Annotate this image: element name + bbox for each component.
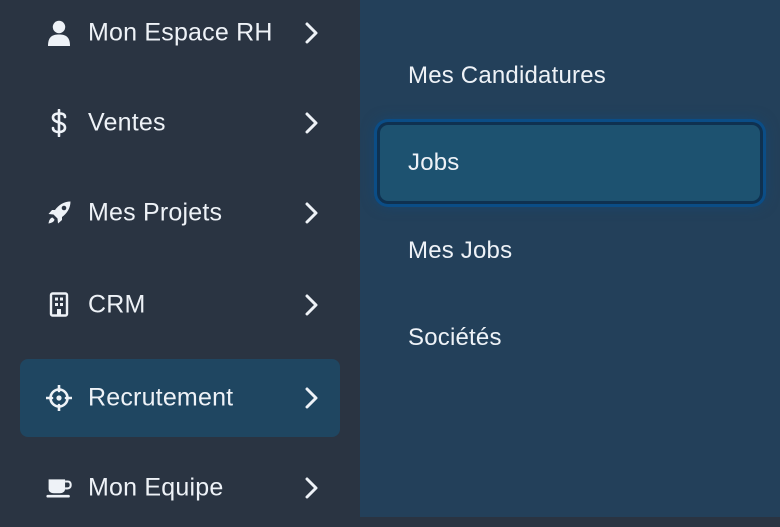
chevron-right-icon bbox=[304, 294, 320, 316]
chevron-right-icon bbox=[304, 477, 320, 499]
chevron-right-icon bbox=[304, 22, 320, 44]
rocket-icon bbox=[46, 200, 72, 226]
sidebar-item-mon-equipe[interactable]: Mon Equipe bbox=[20, 449, 340, 527]
submenu-item-label: Mes Jobs bbox=[408, 237, 513, 264]
crosshairs-icon bbox=[46, 385, 72, 411]
sidebar-item-label: Ventes bbox=[88, 108, 166, 137]
sidebar-item-label: Recrutement bbox=[88, 383, 234, 412]
submenu-item-societes[interactable]: Sociétés bbox=[380, 300, 760, 376]
sidebar-item-label: Mon Equipe bbox=[88, 473, 224, 502]
chevron-right-icon bbox=[304, 202, 320, 224]
submenu-item-mes-jobs[interactable]: Mes Jobs bbox=[380, 213, 760, 289]
sidebar-item-mes-projets[interactable]: Mes Projets bbox=[20, 174, 340, 252]
coffee-icon bbox=[46, 475, 72, 501]
submenu-item-label: Sociétés bbox=[408, 324, 502, 351]
sidebar-item-label: Mes Projets bbox=[88, 198, 223, 227]
submenu-item-jobs[interactable]: Jobs bbox=[380, 125, 760, 201]
dollar-icon bbox=[46, 109, 72, 137]
submenu-item-label: Jobs bbox=[408, 149, 460, 176]
sidebar-item-crm[interactable]: CRM bbox=[20, 266, 340, 344]
chevron-right-icon bbox=[304, 112, 320, 134]
sidebar-item-ventes[interactable]: Ventes bbox=[20, 84, 340, 162]
chevron-right-icon bbox=[304, 387, 320, 409]
building-icon bbox=[46, 292, 72, 318]
sidebar: Mon Espace RH Ventes Mes Projets CRM Rec… bbox=[0, 0, 360, 517]
sidebar-item-label: CRM bbox=[88, 290, 146, 319]
submenu-item-mes-candidatures[interactable]: Mes Candidatures bbox=[380, 38, 760, 114]
sidebar-item-recrutement[interactable]: Recrutement bbox=[20, 359, 340, 437]
user-icon bbox=[46, 20, 72, 46]
submenu-item-label: Mes Candidatures bbox=[408, 62, 606, 89]
sidebar-item-mon-espace-rh[interactable]: Mon Espace RH bbox=[20, 0, 340, 72]
sidebar-item-label: Mon Espace RH bbox=[88, 18, 273, 47]
